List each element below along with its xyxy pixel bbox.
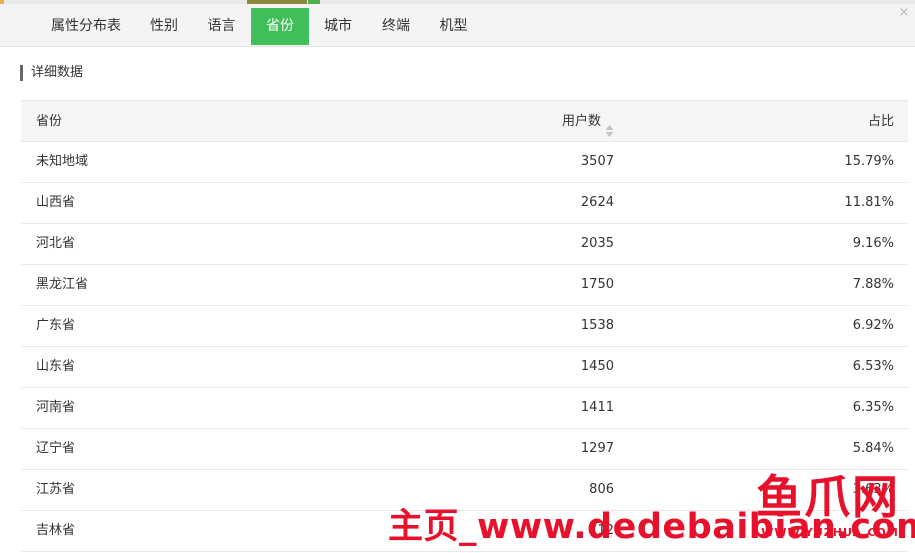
- table-header-row: 省份 用户数 占比: [21, 100, 908, 142]
- cell-users: 1538: [580, 318, 614, 333]
- header-ratio[interactable]: 占比: [868, 101, 894, 142]
- sort-icon[interactable]: [605, 114, 614, 137]
- cell-province: 河北省: [36, 236, 76, 251]
- tab-attribute-distribution[interactable]: 属性分布表: [38, 8, 134, 45]
- table-row: 山东省 1450 6.53%: [21, 347, 908, 388]
- cell-province: 吉林省: [36, 523, 76, 538]
- table-row: 未知地域 3507 15.79%: [21, 142, 908, 183]
- cell-ratio: 5.84%: [852, 441, 894, 456]
- watermark-text: 主页_www.dedebaibian.com: [388, 507, 915, 547]
- cell-users: 2624: [580, 195, 614, 210]
- tab-device[interactable]: 终端: [368, 8, 424, 45]
- table-row: 河北省 2035 9.16%: [21, 224, 908, 265]
- close-icon[interactable]: ×: [897, 6, 911, 20]
- cell-users: 1297: [580, 441, 614, 456]
- cell-province: 山西省: [36, 195, 76, 210]
- table-row: 河南省 1411 6.35%: [21, 388, 908, 429]
- tab-city[interactable]: 城市: [311, 8, 365, 45]
- cell-users: 1750: [580, 277, 614, 292]
- tab-gender[interactable]: 性别: [137, 8, 191, 45]
- cell-province: 辽宁省: [36, 441, 76, 456]
- header-users-label: 用户数: [561, 114, 601, 129]
- header-users[interactable]: 用户数: [562, 101, 614, 142]
- section-title: 详细数据: [20, 65, 83, 81]
- cell-province: 黑龙江省: [36, 277, 89, 292]
- cell-province: 广东省: [36, 318, 76, 333]
- cell-province: 河南省: [36, 400, 76, 415]
- header-province[interactable]: 省份: [36, 101, 62, 142]
- cell-ratio: 9.16%: [852, 236, 894, 251]
- cell-users: 1411: [580, 400, 614, 415]
- cell-ratio: 7.88%: [852, 277, 894, 292]
- cell-province: 未知地域: [36, 154, 89, 169]
- tab-province[interactable]: 省份: [251, 8, 309, 45]
- tab-model[interactable]: 机型: [426, 8, 481, 45]
- table-row: 山西省 2624 11.81%: [21, 183, 908, 224]
- cell-province: 江苏省: [36, 482, 76, 497]
- table-row: 黑龙江省 1750 7.88%: [21, 265, 908, 306]
- table-row: 辽宁省 1297 5.84%: [21, 429, 908, 470]
- cell-ratio: 11.81%: [844, 195, 894, 210]
- cell-users: 806: [589, 482, 614, 497]
- cell-ratio: 15.79%: [844, 154, 894, 169]
- cell-province: 山东省: [36, 359, 76, 374]
- cell-users: 1450: [580, 359, 614, 374]
- cell-users: 3507: [580, 154, 614, 169]
- table-row: 广东省 1538 6.92%: [21, 306, 908, 347]
- cell-users: 2035: [580, 236, 614, 251]
- cell-ratio: 6.35%: [852, 400, 894, 415]
- cell-ratio: 6.53%: [852, 359, 894, 374]
- cell-ratio: 6.92%: [852, 318, 894, 333]
- tab-bar: 属性分布表 性别 语言 省份 城市 终端 机型: [0, 4, 915, 47]
- tab-language[interactable]: 语言: [194, 8, 249, 45]
